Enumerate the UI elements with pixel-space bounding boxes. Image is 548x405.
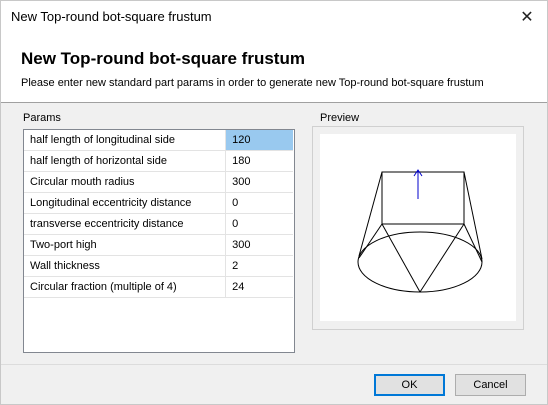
table-row[interactable]: Two-port high 300 — [24, 234, 293, 256]
footer-divider — [1, 364, 547, 365]
param-name: half length of horizontal side — [24, 150, 227, 172]
header-divider — [1, 102, 547, 103]
param-value-cell[interactable]: 300 — [225, 171, 293, 193]
param-value-cell[interactable]: 24 — [225, 276, 293, 298]
direction-arrow — [413, 169, 423, 199]
frustum-edge — [358, 223, 383, 259]
header-description: Please enter new standard part params in… — [21, 77, 484, 89]
table-row[interactable]: Circular fraction (multiple of 4) 24 — [24, 276, 293, 298]
param-name: Longitudinal eccentricity distance — [24, 192, 227, 214]
param-value-cell[interactable]: 0 — [225, 213, 293, 235]
param-name: transverse eccentricity distance — [24, 213, 227, 235]
table-row[interactable]: half length of horizontal side 180 — [24, 150, 293, 172]
table-row[interactable]: Longitudinal eccentricity distance 0 — [24, 192, 293, 214]
title-bar: New Top-round bot-square frustum ✕ — [1, 1, 547, 32]
cancel-button[interactable]: Cancel — [455, 374, 526, 396]
frustum-edge — [463, 223, 483, 263]
dialog-header: New Top-round bot-square frustum Please … — [1, 32, 547, 102]
table-row[interactable]: Wall thickness 2 — [24, 255, 293, 277]
params-table: half length of longitudinal side 120 half … — [24, 130, 293, 298]
params-label: Params — [23, 112, 61, 124]
header-title: New Top-round bot-square frustum — [21, 49, 305, 68]
preview-label: Preview — [320, 112, 360, 124]
window-title: New Top-round bot-square frustum — [11, 9, 212, 24]
param-value-cell[interactable]: 300 — [225, 234, 293, 256]
param-name: Wall thickness — [24, 255, 227, 277]
frustum-preview-drawing — [357, 169, 483, 293]
preview-canvas — [320, 134, 516, 321]
frustum-top-rect — [381, 171, 465, 225]
param-name: Two-port high — [24, 234, 227, 256]
close-icon[interactable]: ✕ — [507, 1, 547, 32]
param-value-cell[interactable]: 0 — [225, 192, 293, 214]
dialog-window: New Top-round bot-square frustum ✕ New T… — [0, 0, 548, 405]
param-name: Circular mouth radius — [24, 171, 227, 193]
param-name: half length of longitudinal side — [24, 130, 227, 151]
frustum-bottom-ellipse — [357, 231, 483, 293]
param-value-cell[interactable]: 180 — [225, 150, 293, 172]
preview-panel — [312, 126, 524, 330]
table-row[interactable]: half length of longitudinal side 120 — [24, 130, 293, 151]
param-value-cell[interactable]: 120 — [225, 130, 293, 151]
table-row[interactable]: Circular mouth radius 300 — [24, 171, 293, 193]
table-row[interactable]: transverse eccentricity distance 0 — [24, 213, 293, 235]
param-name: Circular fraction (multiple of 4) — [24, 276, 227, 298]
frustum-edge — [381, 223, 421, 293]
ok-button[interactable]: OK — [374, 374, 445, 396]
params-grid[interactable]: half length of longitudinal side 120 half … — [23, 129, 295, 353]
param-value-cell[interactable]: 2 — [225, 255, 293, 277]
